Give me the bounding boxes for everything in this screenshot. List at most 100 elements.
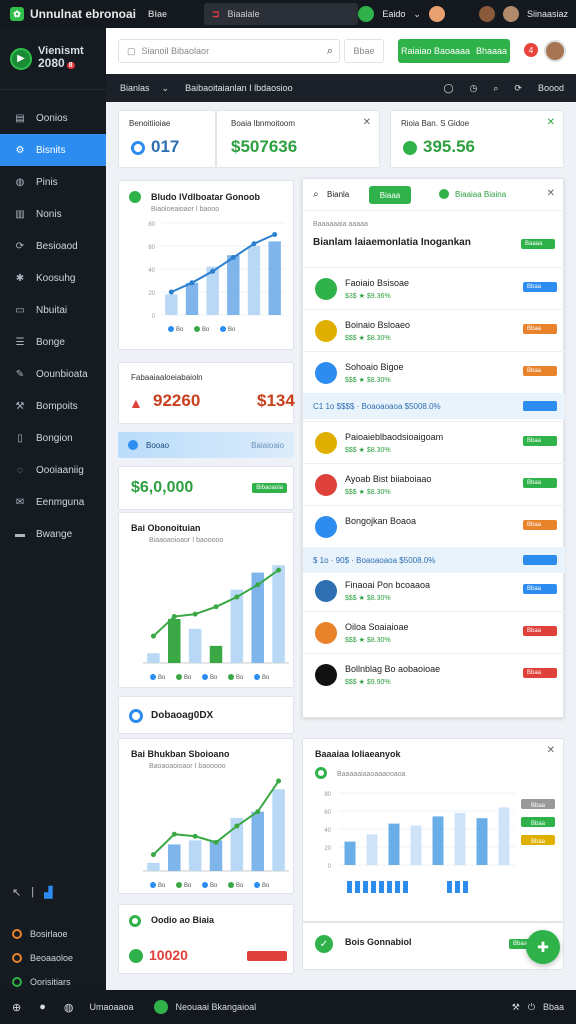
add-fab-button[interactable]: ✚ <box>526 930 560 964</box>
panel-search-label[interactable]: Bianla <box>327 190 349 199</box>
primary-action-button[interactable]: Raiaiao Baoaaaa Bhaaaa <box>398 39 510 63</box>
sidebar-item-13[interactable]: ▬ Bwange <box>0 518 106 550</box>
list-subrow[interactable]: C1 1o $$$$ · Boaoaoaoa $5008.0% <box>303 393 565 419</box>
cursor-icon[interactable]: ↖ <box>12 886 21 899</box>
item-pill[interactable]: Bbaa <box>523 436 557 446</box>
list-item[interactable]: Ayoab Bist biiaboiaao $$$ ★ $8.30% Bbaa <box>303 463 565 505</box>
info-banner[interactable]: Booao Baiaioaio <box>118 432 294 458</box>
avatar-3[interactable] <box>502 6 519 22</box>
user-label[interactable]: Eaido <box>382 9 405 19</box>
bar <box>188 840 202 871</box>
footer-label-1[interactable]: Umaoaaoa <box>89 1002 133 1012</box>
notification-badge[interactable]: 4 <box>524 43 538 57</box>
user2-label[interactable]: Siinaasiaz <box>527 9 568 19</box>
sidebar-item-8[interactable]: ✎ Oounbioata <box>0 358 106 390</box>
item-pill[interactable]: Bbaa <box>523 668 557 678</box>
search-icon[interactable]: ⌕ <box>313 189 319 200</box>
info-icon <box>128 440 138 450</box>
chart-2-plot: Bo Bo Bo Bo Bo <box>143 565 289 681</box>
sidebar-item-6[interactable]: ▭ Nbuitai <box>0 294 106 326</box>
item-sub: $$$ ★ $8.30% <box>345 489 391 496</box>
sidebar-logo[interactable]: ▶ Vienismt 2080 8 <box>0 28 106 90</box>
user-avatar[interactable] <box>544 40 566 62</box>
subrow-pill[interactable] <box>523 401 557 411</box>
kpi-card-2[interactable]: Boaia lbnmoitoom ✕ $507636 <box>216 110 380 168</box>
sidebar-item-4[interactable]: ⟳ Besioaod <box>0 230 106 262</box>
kpi-card-1[interactable]: Benoitiioiae 017 <box>118 110 216 168</box>
sidebar-item-1[interactable]: ⚙ Bisnits <box>0 134 106 166</box>
footer-label-2[interactable]: Neouaai Bkangaioal <box>176 1002 257 1012</box>
power-icon[interactable]: ⏻ <box>528 1002 535 1013</box>
legend-label: Bo <box>176 327 184 333</box>
item-pill[interactable]: Bbaa <box>523 366 557 376</box>
kpi-card-3[interactable]: Rioia Ban. S Gidoe ✕ 395.56 <box>390 110 564 168</box>
search-input[interactable]: ▢ Sianoil Bibaolaor ⌕ <box>118 39 340 63</box>
app-brand[interactable]: ✿ Unnulnat ebronoai Biae <box>0 7 200 21</box>
bottom-card-pill[interactable] <box>247 951 287 961</box>
upload-icon[interactable]: ▟ <box>44 886 52 899</box>
y-tick-label: 40 <box>148 268 155 274</box>
item-pill[interactable]: Bbaa <box>523 282 557 292</box>
list-item[interactable]: Oiloa Soaiaioae $$$ ★ $8.30% Bbaa <box>303 611 565 653</box>
search-icon[interactable]: ⌕ <box>493 83 498 94</box>
close-icon[interactable]: ✕ <box>363 117 371 128</box>
item-pill[interactable]: Bbaa <box>523 520 557 530</box>
status-avatar[interactable] <box>358 6 375 22</box>
list-item[interactable]: Finaoai Pon bcoaaoa $$$ ★ $8.30% Bbaa <box>303 569 565 611</box>
sidebar-item-11[interactable]: ◌ Oooiaaniig <box>0 454 106 486</box>
small-card[interactable]: Dobaoag0DX <box>118 696 294 734</box>
sidebar-item-0[interactable]: ▤ Oonios <box>0 102 106 134</box>
breadcrumb-item-1[interactable]: Bianlas <box>120 83 150 93</box>
item-pill[interactable]: Bbaa <box>523 324 557 334</box>
wrench-icon[interactable]: ⚒ <box>512 1002 520 1013</box>
chat-icon[interactable]: ◯ <box>443 83 453 94</box>
sidebar-item-12[interactable]: ✉ Eenmguna <box>0 486 106 518</box>
sidebar-item-10[interactable]: ▯ Bongion <box>0 422 106 454</box>
close-icon[interactable]: ✕ <box>547 188 555 199</box>
sidebar-item-3[interactable]: ▥ Nonis <box>0 198 106 230</box>
list-item[interactable]: Paioaieblbaodsioaigoam $$$ ★ $8.30% Bbaa <box>303 421 565 463</box>
breadcrumb-right-label[interactable]: Boood <box>538 83 564 93</box>
refresh-icon[interactable]: ⟳ <box>514 83 522 94</box>
item-pill[interactable]: Bbaa <box>523 478 557 488</box>
top-tab[interactable]: ⊐ Biaalale <box>204 3 358 25</box>
banner-label: Booao <box>146 440 170 450</box>
item-pill[interactable]: Bbaa <box>523 626 557 636</box>
sidebar-item-7[interactable]: ☰ Bonge <box>0 326 106 358</box>
chat-icon[interactable]: ● <box>39 1001 46 1013</box>
download-icon[interactable]: ⊕ <box>12 1001 21 1014</box>
line-point <box>276 567 282 573</box>
subrow-pill[interactable] <box>523 555 557 565</box>
bottom-right-card[interactable]: ✓ Bois Gonnabiol Bbaa <box>302 922 564 970</box>
breadcrumb-item-2[interactable]: Baibaoitaianlan I lbdaosioo <box>185 83 293 93</box>
close-icon[interactable]: ✕ <box>547 117 555 128</box>
footer-right[interactable]: Bbaa <box>543 1002 564 1012</box>
mini-bar <box>447 881 452 893</box>
bar <box>209 840 223 871</box>
list-subrow[interactable]: $ 1o · 90$ · Boaoaoaoa $5008.0% <box>303 547 565 573</box>
sidebar-bottom-item[interactable]: Beoaaoloe <box>0 946 106 970</box>
filter-button[interactable]: Bbae <box>344 39 384 63</box>
list-item[interactable]: Bollnblag Bo aobaoioae $$$ ★ $9.90% Bbaa <box>303 653 565 695</box>
tab-active[interactable]: Biaaa <box>369 186 411 204</box>
big-value-pill[interactable]: Bibaoaoia <box>252 483 287 493</box>
list-item[interactable]: Boinaio Bsloaeo $$$ ★ $8.30% Bbaa <box>303 309 565 351</box>
clock-icon[interactable]: ◷ <box>470 83 478 94</box>
sidebar-item-9[interactable]: ⚒ Bompoits <box>0 390 106 422</box>
sidebar-item-2[interactable]: ◍ Pinis <box>0 166 106 198</box>
magnifier-icon[interactable]: ⌕ <box>327 45 333 58</box>
globe-icon[interactable]: ◍ <box>64 1001 74 1014</box>
section-pill[interactable]: Baaaa <box>521 239 555 249</box>
avatar[interactable] <box>428 6 445 22</box>
tab-2[interactable]: Biaaiaa Biaina <box>455 190 506 199</box>
sidebar-bottom-item[interactable]: Bosirlaoe <box>0 922 106 946</box>
list-item[interactable]: Faoiaio Bsisoae $3$ ★ $9.36% Bbaa <box>303 267 565 309</box>
document-icon: ▤ <box>15 112 25 124</box>
avatar-2[interactable] <box>478 6 495 22</box>
sidebar-item-5[interactable]: ✱ Koosuhg <box>0 262 106 294</box>
item-pill[interactable]: Bbaa <box>523 584 557 594</box>
chevron-down-icon[interactable]: ⌄ <box>413 9 421 20</box>
chevron-down-icon[interactable]: ⌄ <box>162 83 170 94</box>
list-item[interactable]: Bongojkan Boaoa Bbaa <box>303 505 565 547</box>
list-item[interactable]: Sohoaio Bigoe $$$ ★ $8.30% Bbaa <box>303 351 565 393</box>
